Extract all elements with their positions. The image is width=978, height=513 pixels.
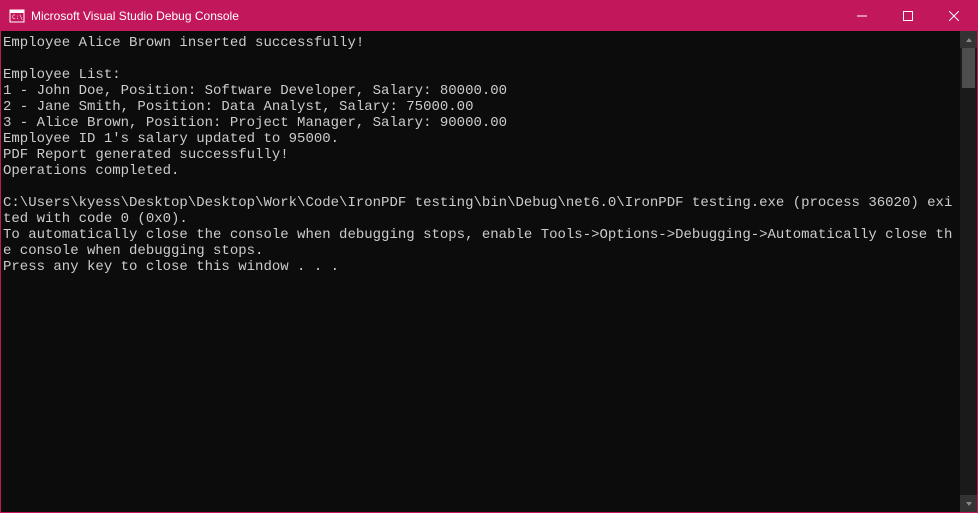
console-output[interactable]: Employee Alice Brown inserted successful… — [1, 31, 960, 512]
vertical-scrollbar[interactable] — [960, 31, 977, 512]
titlebar[interactable]: C:\ Microsoft Visual Studio Debug Consol… — [1, 1, 977, 31]
scroll-track[interactable] — [960, 48, 977, 495]
close-button[interactable] — [931, 1, 977, 31]
svg-text:C:\: C:\ — [12, 14, 23, 21]
scroll-down-button[interactable] — [960, 495, 977, 512]
scroll-thumb[interactable] — [962, 48, 975, 88]
client-area: Employee Alice Brown inserted successful… — [1, 31, 977, 512]
maximize-button[interactable] — [885, 1, 931, 31]
scroll-up-button[interactable] — [960, 31, 977, 48]
app-icon: C:\ — [9, 8, 25, 24]
window-title: Microsoft Visual Studio Debug Console — [31, 9, 239, 23]
minimize-button[interactable] — [839, 1, 885, 31]
